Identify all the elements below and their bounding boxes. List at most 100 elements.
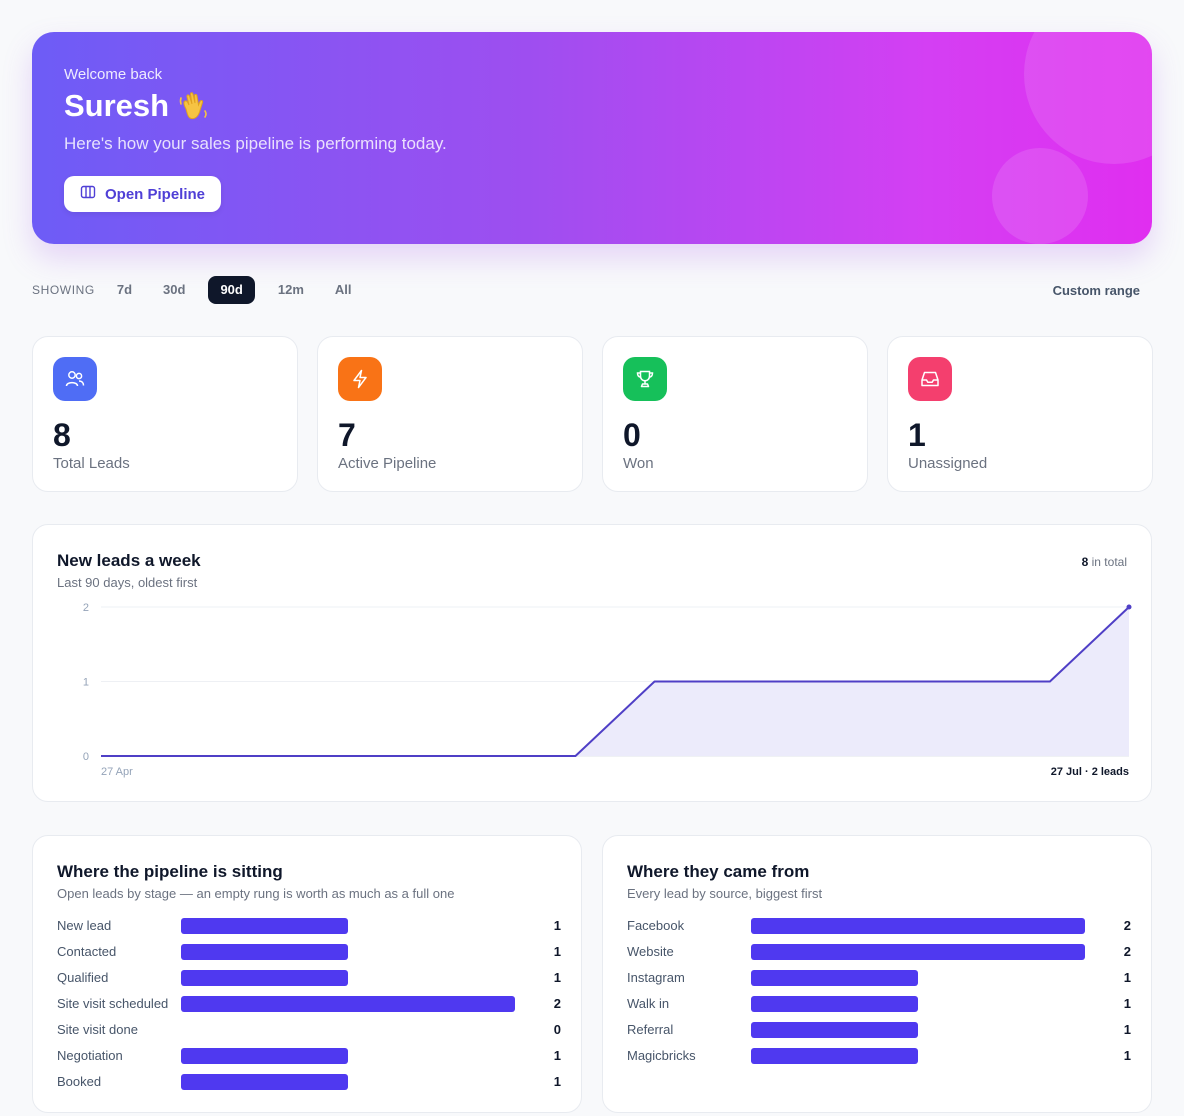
bar-label: Magicbricks bbox=[627, 1048, 696, 1063]
bar bbox=[751, 1048, 918, 1064]
x-end-label: 27 Jul · 2 leads bbox=[1051, 766, 1129, 778]
bar-value: 1 bbox=[1123, 1022, 1131, 1037]
weekly-leads-chart: 0 1 2 27 Apr 27 Jul · 2 leads bbox=[83, 602, 1132, 778]
bar bbox=[181, 1048, 348, 1064]
pipeline-stages-card: Where the pipeline is sitting Open leads… bbox=[32, 835, 582, 1113]
bar-track bbox=[181, 970, 515, 986]
stat-value: 8 bbox=[53, 417, 71, 453]
bar-track bbox=[181, 944, 515, 960]
stat-card-total-leads[interactable]: 8 Total Leads bbox=[32, 336, 298, 492]
open-pipeline-label: Open Pipeline bbox=[105, 185, 206, 203]
x-start-label: 27 Apr bbox=[101, 766, 133, 778]
data-point bbox=[1126, 604, 1132, 610]
waving-hand-icon bbox=[177, 89, 211, 123]
trophy-icon bbox=[623, 357, 667, 401]
range-option-90d[interactable]: 90d bbox=[208, 276, 255, 304]
bar-row: Contacted 1 bbox=[57, 942, 561, 962]
card-subtitle: Every lead by source, biggest first bbox=[627, 886, 823, 901]
lead-sources-card: Where they came from Every lead by sourc… bbox=[602, 835, 1152, 1113]
stat-value: 0 bbox=[623, 417, 641, 453]
bar bbox=[751, 996, 918, 1012]
stat-value: 7 bbox=[338, 417, 356, 453]
bar-row: Booked 1 bbox=[57, 1072, 561, 1092]
bar-label: Qualified bbox=[57, 970, 109, 985]
bar-row: Website 2 bbox=[627, 942, 1131, 962]
bar-value: 1 bbox=[1123, 996, 1131, 1011]
y-tick-label: 1 bbox=[83, 677, 89, 689]
custom-range-button[interactable]: Custom range bbox=[1053, 283, 1140, 298]
bar-label: Walk in bbox=[627, 996, 670, 1011]
bar-value: 2 bbox=[1123, 944, 1131, 959]
bar-value: 1 bbox=[1123, 1048, 1131, 1063]
decorative-circle bbox=[992, 148, 1088, 244]
stat-card-unassigned[interactable]: 1 Unassigned bbox=[887, 336, 1153, 492]
bar bbox=[751, 944, 1085, 960]
bar-value: 2 bbox=[553, 996, 561, 1011]
bar bbox=[751, 970, 918, 986]
stat-card-won[interactable]: 0 Won bbox=[602, 336, 868, 492]
bar bbox=[181, 944, 348, 960]
bar-track bbox=[751, 970, 1085, 986]
stat-label: Won bbox=[623, 455, 654, 472]
weekly-leads-card: New leads a week Last 90 days, oldest fi… bbox=[32, 524, 1152, 802]
bar-label: Negotiation bbox=[57, 1048, 123, 1063]
bar-label: Booked bbox=[57, 1074, 102, 1089]
card-title: Where they came from bbox=[627, 862, 810, 881]
bar-row: Qualified 1 bbox=[57, 968, 561, 988]
y-tick-label: 0 bbox=[83, 751, 89, 763]
bar-row: Site visit done 0 bbox=[57, 1020, 561, 1040]
y-tick-label: 2 bbox=[83, 602, 89, 614]
range-option-all[interactable]: All bbox=[327, 276, 360, 304]
bar-value: 2 bbox=[1123, 918, 1131, 933]
bar-value: 1 bbox=[553, 1048, 561, 1063]
range-option-30d[interactable]: 30d bbox=[155, 276, 193, 304]
stat-label: Active Pipeline bbox=[338, 455, 437, 472]
bar bbox=[751, 1022, 918, 1038]
bar-value: 1 bbox=[553, 1074, 561, 1089]
bar-track bbox=[751, 996, 1085, 1012]
bar-row: New lead 1 bbox=[57, 916, 561, 936]
stat-label: Total Leads bbox=[53, 455, 130, 472]
users-icon bbox=[53, 357, 97, 401]
stat-card-active-pipeline[interactable]: 7 Active Pipeline bbox=[317, 336, 583, 492]
hero-subtitle: Here's how your sales pipeline is perfor… bbox=[64, 134, 447, 153]
bar-track bbox=[181, 1022, 515, 1038]
bar bbox=[751, 918, 1085, 934]
bar-label: Facebook bbox=[627, 918, 685, 933]
bar-label: Site visit done bbox=[57, 1022, 138, 1037]
stat-value: 1 bbox=[908, 417, 926, 453]
bar-value: 0 bbox=[553, 1022, 561, 1037]
stat-label: Unassigned bbox=[908, 455, 988, 472]
bar bbox=[181, 996, 515, 1012]
bar bbox=[181, 1074, 348, 1090]
bar-track bbox=[751, 944, 1085, 960]
open-pipeline-button[interactable]: Open Pipeline bbox=[64, 176, 222, 212]
bar-track bbox=[181, 918, 515, 934]
columns-icon bbox=[80, 184, 96, 204]
user-greeting: Suresh bbox=[64, 88, 211, 124]
showing-label: SHOWING bbox=[32, 283, 95, 297]
welcome-label: Welcome back bbox=[64, 66, 163, 83]
range-option-7d[interactable]: 7d bbox=[109, 276, 140, 304]
bar-track bbox=[751, 1048, 1085, 1064]
bar-row: Negotiation 1 bbox=[57, 1046, 561, 1066]
bar-label: Contacted bbox=[57, 944, 117, 959]
bar-label: New lead bbox=[57, 918, 112, 933]
bar-label: Site visit scheduled bbox=[57, 996, 169, 1011]
bar-row: Referral 1 bbox=[627, 1020, 1131, 1040]
card-title: Where the pipeline is sitting bbox=[57, 862, 283, 881]
bar-label: Instagram bbox=[627, 970, 685, 985]
bar-label: Website bbox=[627, 944, 674, 959]
bar-track bbox=[181, 1074, 515, 1090]
bar-value: 1 bbox=[553, 944, 561, 959]
decorative-circle bbox=[1024, 32, 1152, 164]
bar-row: Instagram 1 bbox=[627, 968, 1131, 988]
range-option-12m[interactable]: 12m bbox=[270, 276, 312, 304]
bar-row: Site visit scheduled 2 bbox=[57, 994, 561, 1014]
bar-row: Walk in 1 bbox=[627, 994, 1131, 1014]
bar-track bbox=[751, 1022, 1085, 1038]
bar bbox=[181, 918, 348, 934]
bar-track bbox=[181, 1048, 515, 1064]
user-name: Suresh bbox=[64, 88, 170, 123]
bar-label: Referral bbox=[627, 1022, 674, 1037]
